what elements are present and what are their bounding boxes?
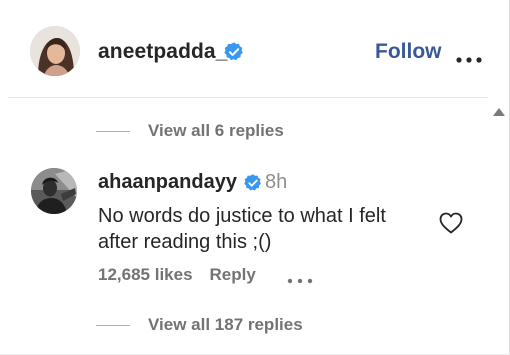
post-panel: aneetpadda_ Follow View all 6 replies ah…	[0, 0, 510, 355]
verified-badge-icon	[223, 41, 245, 68]
replies-divider-line	[96, 130, 130, 132]
view-replies-label: View all 6 replies	[148, 121, 284, 140]
likes-count[interactable]: 12,685 likes	[98, 265, 193, 285]
avatar[interactable]	[30, 26, 80, 76]
view-replies-label: View all 187 replies	[148, 315, 303, 334]
comment-more-options-icon[interactable]	[287, 271, 313, 289]
header-divider	[8, 97, 488, 98]
verified-badge-icon	[243, 173, 263, 198]
follow-button[interactable]: Follow	[375, 40, 442, 64]
view-replies-button[interactable]: View all 187 replies	[96, 315, 303, 335]
like-heart-icon[interactable]	[439, 212, 463, 239]
post-header: aneetpadda_ Follow	[0, 0, 490, 98]
comment-author-username[interactable]: ahaanpandayy	[98, 171, 237, 194]
view-replies-button[interactable]: View all 6 replies	[96, 121, 284, 141]
avatar[interactable]	[31, 168, 77, 214]
post-author-username[interactable]: aneetpadda_	[98, 40, 227, 64]
comment-timestamp[interactable]: 8h	[265, 171, 287, 194]
more-options-icon[interactable]	[456, 50, 482, 68]
comment-text: No words do justice to what I felt after…	[98, 205, 386, 253]
scroll-up-arrow-icon[interactable]	[491, 105, 507, 119]
comment-meta: 12,685 likes Reply	[98, 265, 256, 285]
reply-button[interactable]: Reply	[210, 265, 256, 285]
replies-divider-line	[96, 324, 130, 326]
